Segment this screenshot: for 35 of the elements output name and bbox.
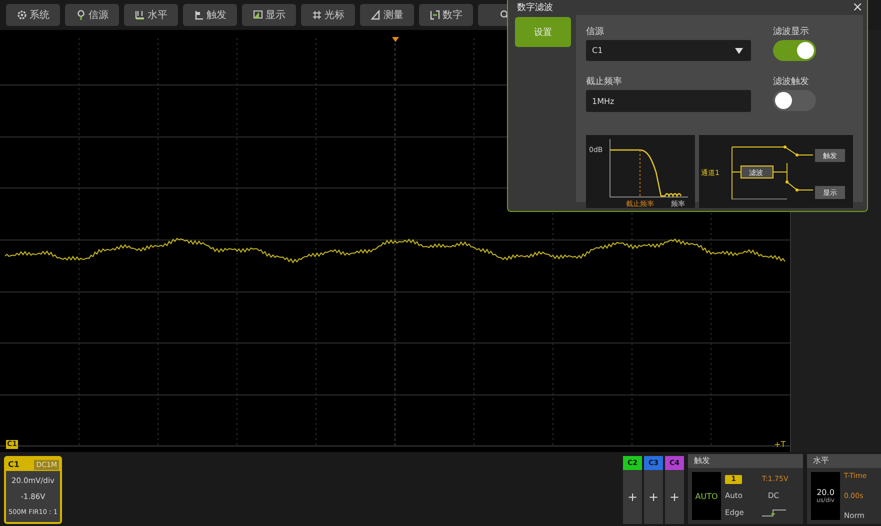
toolbar-button[interactable]: 系统 bbox=[6, 4, 60, 26]
ruler-icon bbox=[370, 10, 380, 20]
toolbar-button[interactable]: 光标 bbox=[301, 4, 355, 26]
channel-name: C1 bbox=[8, 460, 20, 469]
trigger-mode: AUTO bbox=[692, 472, 721, 520]
toolbar-button[interactable]: 数字 bbox=[419, 4, 473, 26]
caret-icon bbox=[735, 48, 743, 54]
math-icon bbox=[430, 10, 440, 20]
timebase-value: 20.0 bbox=[816, 488, 834, 497]
toolbar-button[interactable]: 显示 bbox=[242, 4, 296, 26]
toolbar-button[interactable]: 测量 bbox=[360, 4, 414, 26]
rising-edge-icon bbox=[762, 508, 786, 517]
grid-icon bbox=[312, 10, 322, 20]
toolbar-button[interactable]: 触发 bbox=[183, 4, 237, 26]
toolbar-button[interactable]: 信源 bbox=[65, 4, 119, 26]
horizontal-icon bbox=[134, 10, 144, 20]
toggle-switch[interactable] bbox=[773, 90, 816, 111]
field-label: 信源 bbox=[586, 26, 605, 37]
close-button[interactable]: × bbox=[852, 1, 863, 14]
trigger-icon bbox=[194, 10, 204, 20]
toolbar-button[interactable]: 水平 bbox=[124, 4, 178, 26]
trigger-level-marker: +T bbox=[774, 440, 786, 449]
panel-header: 触发 bbox=[688, 454, 803, 468]
toggle-switch[interactable] bbox=[773, 40, 816, 61]
probe-icon bbox=[76, 10, 86, 20]
gear-icon bbox=[16, 10, 26, 20]
toggle-label: 滤波触发 bbox=[773, 76, 810, 87]
display-icon bbox=[252, 10, 262, 20]
trigger-position-marker bbox=[392, 37, 399, 42]
source-dropdown[interactable]: C1 bbox=[586, 40, 751, 61]
toggle-label: 滤波显示 bbox=[773, 26, 810, 37]
field-label: 截止频率 bbox=[586, 76, 623, 87]
dialog-title: 数字滤波 bbox=[517, 2, 553, 14]
cutoff-frequency-field[interactable]: 1MHz bbox=[586, 90, 751, 112]
panel-header: 水平 bbox=[807, 454, 881, 468]
